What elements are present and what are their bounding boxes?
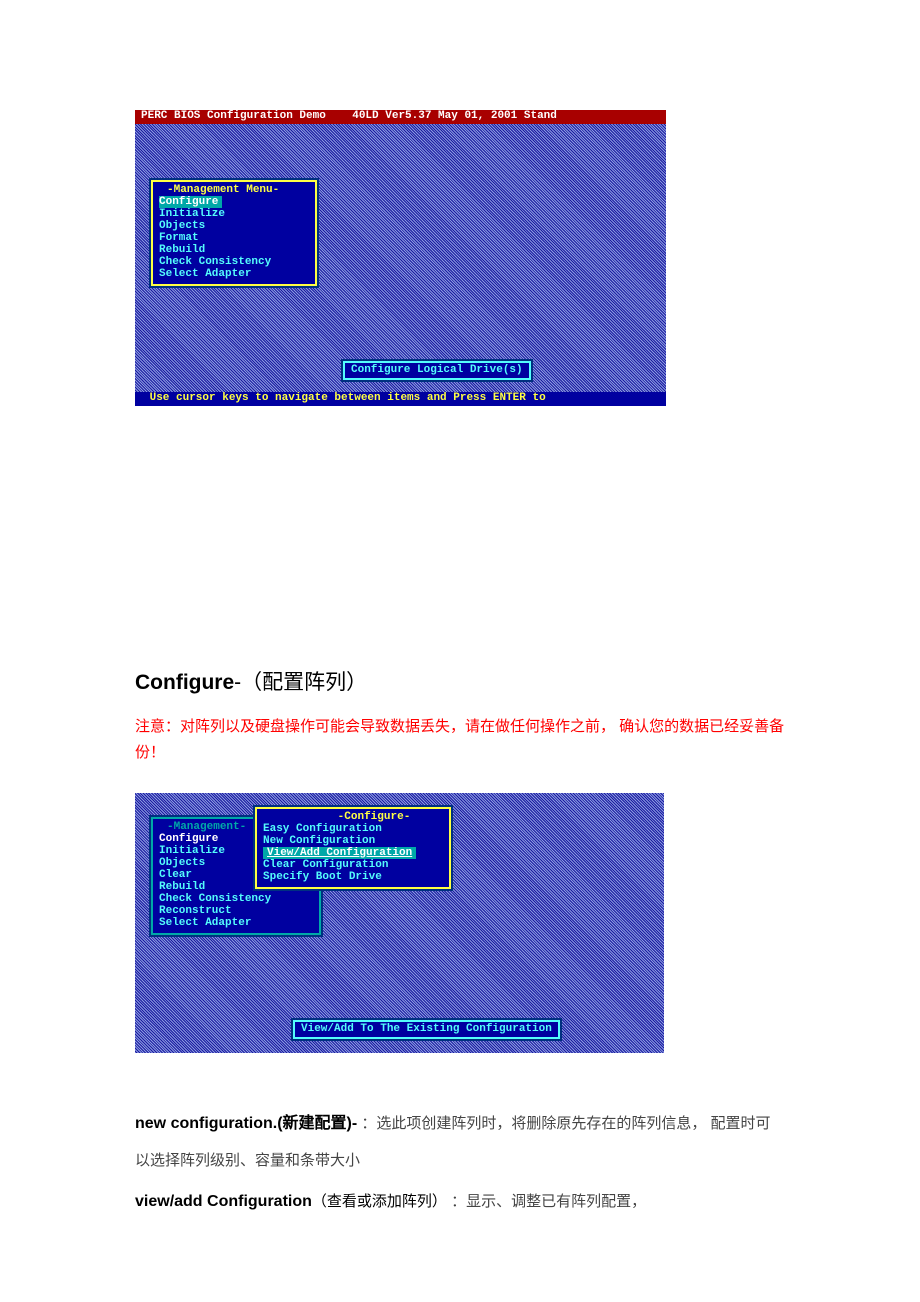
management-menu-title: Management Menu: [167, 184, 309, 196]
menu-item-check-consistency[interactable]: Check Consistency: [159, 256, 309, 268]
bios2-new-configuration[interactable]: New Configuration: [263, 835, 443, 847]
desc2-paren: （查看或添加阵列）: [312, 1193, 447, 1210]
desc-new-configuration: new configuration.(新建配置)- ：选此项创建阵列时，将删除原…: [135, 1105, 785, 1179]
menu-item-select-adapter[interactable]: Select Adapter: [159, 268, 309, 280]
bios2-left-check-consistency[interactable]: Check Consistency: [159, 893, 313, 905]
bios-screenshot-1: PERC BIOS Configuration Demo 40LD Ver5.3…: [135, 110, 666, 406]
bios1-hint-box: Configure Logical Drive(s): [343, 361, 531, 380]
configure-heading: Configure-（配置阵列）: [135, 666, 785, 696]
desc2-bold: view/add Configuration: [135, 1193, 312, 1210]
bios2-left-select-adapter[interactable]: Select Adapter: [159, 917, 313, 929]
bios2-easy-configuration[interactable]: Easy Configuration: [263, 823, 443, 835]
warning-note: 注意：对阵列以及硬盘操作可能会导致数据丢失，请在做任何操作之前， 确认您的数据已…: [135, 714, 785, 767]
configure-heading-bold: Configure: [135, 671, 234, 694]
menu-item-objects[interactable]: Objects: [159, 220, 309, 232]
bios2-body: Management Configure Initialize Objects …: [135, 793, 664, 1053]
bios2-left-reconstruct[interactable]: Reconstruct: [159, 905, 313, 917]
bios2-view-add-configuration[interactable]: View/Add Configuration: [263, 847, 443, 859]
bios2-specify-boot-drive[interactable]: Specify Boot Drive: [263, 871, 443, 883]
bios1-footer: Use cursor keys to navigate between item…: [135, 392, 666, 406]
bios2-configure-panel: Configure Easy Configuration New Configu…: [255, 807, 451, 889]
desc2-rest: ：显示、调整已有阵列配置，: [447, 1193, 646, 1210]
bios2-clear-configuration[interactable]: Clear Configuration: [263, 859, 443, 871]
bios1-body: Management Menu Configure Initialize Obj…: [135, 124, 666, 392]
menu-item-format[interactable]: Format: [159, 232, 309, 244]
bios-screenshot-2: Management Configure Initialize Objects …: [135, 793, 664, 1053]
bios2-hint-box: View/Add To The Existing Configuration: [293, 1020, 560, 1039]
bios1-titlebar: PERC BIOS Configuration Demo 40LD Ver5.3…: [135, 110, 666, 124]
menu-item-configure[interactable]: Configure: [159, 196, 309, 208]
menu-item-rebuild[interactable]: Rebuild: [159, 244, 309, 256]
bios2-configure-title: Configure: [305, 811, 443, 823]
desc1-bold: new configuration.(新建配置)-: [135, 1115, 357, 1132]
menu-item-initialize[interactable]: Initialize: [159, 208, 309, 220]
management-menu-panel: Management Menu Configure Initialize Obj…: [151, 180, 317, 286]
desc-view-add-configuration: view/add Configuration（查看或添加阵列） ：显示、调整已有…: [135, 1183, 785, 1221]
configure-heading-paren: （配置阵列）: [241, 671, 367, 694]
